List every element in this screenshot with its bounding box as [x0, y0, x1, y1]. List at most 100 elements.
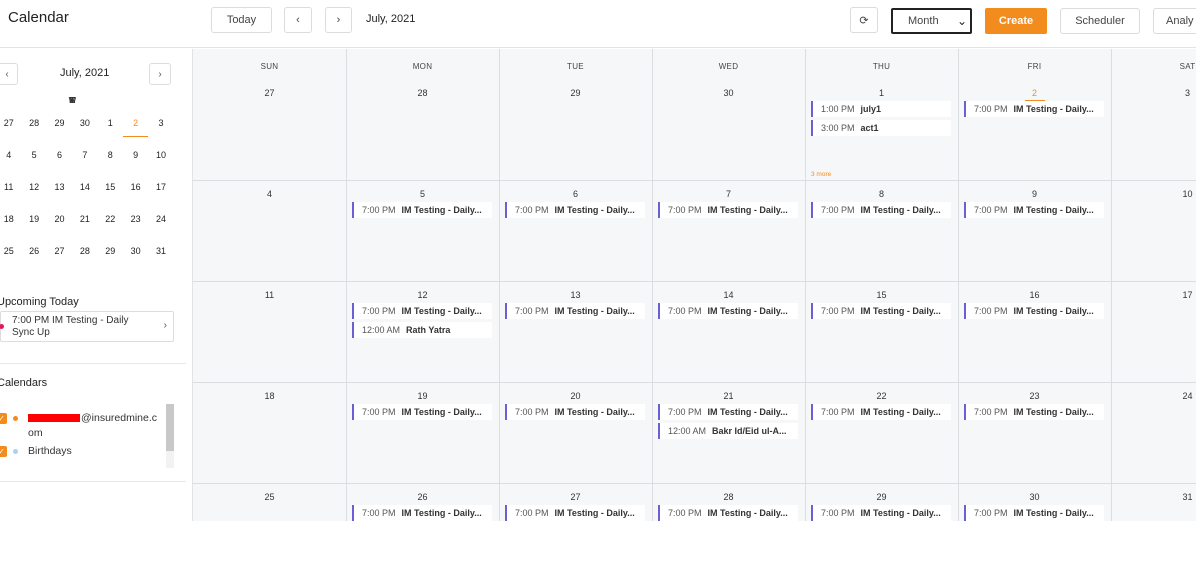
month-grid: SUN MON TUE WED THU FRI SAT 27 28 29 30 1 1:00 PM jul… — [193, 49, 1196, 521]
calendar-event[interactable]: 7:00 PM IM Testing - Daily... — [505, 202, 645, 218]
more-events-link[interactable]: 3 more — [811, 171, 831, 178]
mini-day[interactable]: 13 — [47, 182, 72, 192]
mini-day[interactable]: 29 — [98, 246, 123, 256]
calendar-event[interactable]: 7:00 PM IM Testing - Daily... — [811, 505, 951, 521]
calendar-event[interactable]: 7:00 PM IM Testing - Daily... — [964, 101, 1104, 117]
day-number: 25 — [264, 492, 275, 502]
mini-day[interactable]: 4 — [0, 150, 21, 160]
scheduler-button[interactable]: Scheduler — [1060, 8, 1140, 34]
calendar-event[interactable]: 1:00 PM july1 — [811, 101, 951, 117]
mini-day[interactable]: 6 — [47, 150, 72, 160]
mini-day[interactable]: 10 — [148, 150, 173, 160]
calendar-event[interactable]: 7:00 PM IM Testing - Daily... — [352, 303, 492, 319]
event-title: IM Testing - Daily... — [554, 306, 635, 316]
divider — [0, 481, 186, 482]
calendar-item-birthdays[interactable]: ✓ Birthdays — [0, 444, 160, 459]
mini-day[interactable]: 7 — [72, 150, 97, 160]
next-month-button[interactable]: › — [325, 7, 352, 33]
mini-day[interactable]: 28 — [21, 118, 46, 128]
calendar-event[interactable]: 7:00 PM IM Testing - Daily... — [811, 303, 951, 319]
mini-next-button[interactable]: › — [149, 63, 171, 85]
mini-day[interactable]: 22 — [98, 214, 123, 224]
mini-day[interactable]: 9 — [123, 150, 148, 160]
mini-day[interactable]: 23 — [123, 214, 148, 224]
mini-day[interactable]: 31 — [148, 246, 173, 256]
calendar-event[interactable]: 7:00 PM IM Testing - Daily... — [964, 202, 1104, 218]
mini-week-row: 4 5 6 7 8 9 10 — [0, 139, 174, 171]
mini-day[interactable]: 30 — [72, 118, 97, 128]
event-title: IM Testing - Daily... — [1013, 104, 1094, 114]
weekday-header: THU — [872, 62, 891, 71]
event-time: 1:00 PM — [821, 104, 855, 114]
calendar-event[interactable]: 7:00 PM IM Testing - Daily... — [811, 404, 951, 420]
top-toolbar: Calendar Today ‹ › July, 2021 ⟳ Month ⌄ … — [0, 0, 1196, 48]
day-number: 10 — [1182, 189, 1193, 199]
calendar-event[interactable]: 7:00 PM IM Testing - Daily... — [352, 404, 492, 420]
checkbox-checked-icon[interactable]: ✓ — [0, 413, 7, 424]
day-number: 30 — [1029, 492, 1040, 502]
analytics-button[interactable]: Analy — [1153, 8, 1196, 34]
day-number: 12 — [417, 290, 428, 300]
event-time: 7:00 PM — [974, 205, 1008, 215]
weekday-header: TUE — [567, 62, 584, 71]
mini-day[interactable]: 5 — [21, 150, 46, 160]
calendar-event[interactable]: 12:00 AM Bakr Id/Eid ul-A... — [658, 423, 798, 439]
day-number: 30 — [723, 88, 734, 98]
mini-day[interactable]: 26 — [21, 246, 46, 256]
day-number: 13 — [570, 290, 581, 300]
day-number: 16 — [1029, 290, 1040, 300]
mini-day[interactable]: 20 — [47, 214, 72, 224]
calendar-event[interactable]: 7:00 PM IM Testing - Daily... — [658, 202, 798, 218]
calendar-event[interactable]: 7:00 PM IM Testing - Daily... — [658, 404, 798, 420]
event-title: IM Testing - Daily... — [401, 306, 482, 316]
calendar-event[interactable]: 7:00 PM IM Testing - Daily... — [658, 505, 798, 521]
calendar-event[interactable]: 7:00 PM IM Testing - Daily... — [964, 404, 1104, 420]
mini-day[interactable]: 2 — [122, 118, 149, 137]
upcoming-dot — [0, 324, 4, 329]
mini-day[interactable]: 15 — [98, 182, 123, 192]
upcoming-event-card[interactable]: 7:00 PM IM Testing - Daily Sync Up › — [0, 311, 174, 342]
mini-week-row: 18 19 20 21 22 23 24 — [0, 203, 174, 235]
mini-day[interactable]: 16 — [123, 182, 148, 192]
calendar-event[interactable]: 3:00 PM act1 — [811, 120, 951, 136]
prev-month-button[interactable]: ‹ — [284, 7, 312, 33]
mini-day[interactable]: 12 — [21, 182, 46, 192]
mini-day[interactable]: 28 — [72, 246, 97, 256]
calendar-event[interactable]: 7:00 PM IM Testing - Daily... — [658, 303, 798, 319]
mini-day[interactable]: 27 — [47, 246, 72, 256]
mini-day[interactable]: 8 — [98, 150, 123, 160]
event-title: IM Testing - Daily... — [401, 407, 482, 417]
mini-day[interactable]: 3 — [148, 118, 173, 128]
mini-day[interactable]: 25 — [0, 246, 21, 256]
refresh-button[interactable]: ⟳ — [850, 7, 878, 33]
calendar-event[interactable]: 7:00 PM IM Testing - Daily... — [964, 303, 1104, 319]
calendar-event[interactable]: 7:00 PM IM Testing - Daily... — [811, 202, 951, 218]
mini-day[interactable]: 27 — [0, 118, 21, 128]
calendars-scroll-thumb[interactable] — [166, 404, 174, 451]
mini-day[interactable]: 14 — [72, 182, 97, 192]
mini-day[interactable]: 21 — [72, 214, 97, 224]
calendar-event[interactable]: 12:00 AM Rath Yatra — [352, 322, 492, 338]
create-button[interactable]: Create — [985, 8, 1047, 34]
today-button[interactable]: Today — [211, 7, 272, 33]
calendar-event[interactable]: 7:00 PM IM Testing - Daily... — [352, 505, 492, 521]
mini-day[interactable]: 1 — [98, 118, 123, 128]
calendar-event[interactable]: 7:00 PM IM Testing - Daily... — [505, 404, 645, 420]
event-title: IM Testing - Daily... — [707, 508, 788, 518]
calendar-event[interactable]: 7:00 PM IM Testing - Daily... — [505, 505, 645, 521]
calendar-event[interactable]: 7:00 PM IM Testing - Daily... — [505, 303, 645, 319]
mini-day[interactable]: 17 — [148, 182, 173, 192]
mini-day[interactable]: 19 — [21, 214, 46, 224]
calendar-item-work[interactable]: ✓ @insuredmine.com — [0, 411, 160, 441]
calendar-event[interactable]: 7:00 PM IM Testing - Daily... — [964, 505, 1104, 521]
view-select[interactable]: Month ⌄ — [891, 8, 972, 34]
mini-day[interactable]: 29 — [47, 118, 72, 128]
mini-day[interactable]: 11 — [0, 182, 21, 192]
checkbox-checked-icon[interactable]: ✓ — [0, 446, 7, 457]
calendar-event[interactable]: 7:00 PM IM Testing - Daily... — [352, 202, 492, 218]
day-number: 27 — [264, 88, 275, 98]
mini-prev-button[interactable]: ‹ — [0, 63, 18, 85]
mini-day[interactable]: 30 — [123, 246, 148, 256]
mini-day[interactable]: 18 — [0, 214, 21, 224]
mini-day[interactable]: 24 — [148, 214, 173, 224]
